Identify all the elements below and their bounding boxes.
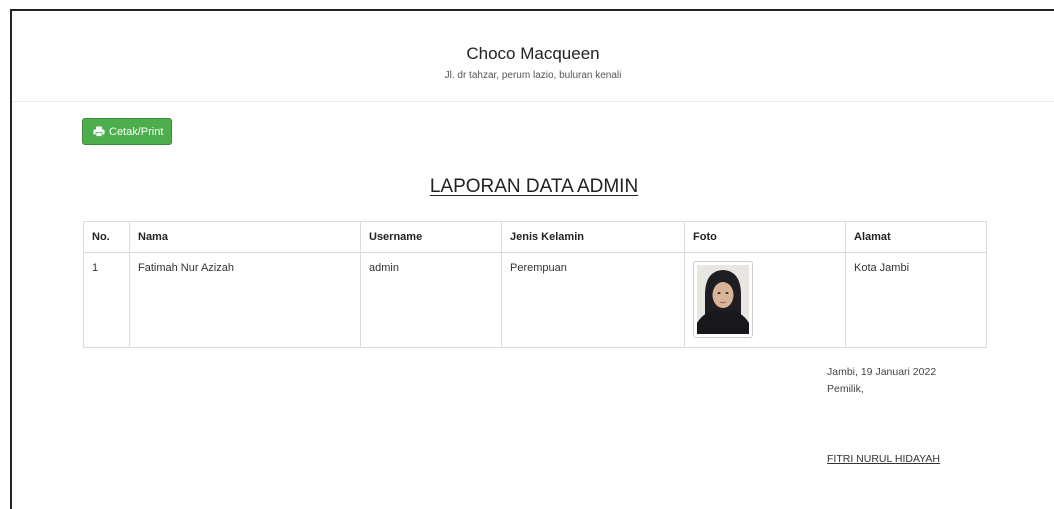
column-header-foto: Foto bbox=[684, 221, 846, 253]
table-row: 1 Fatimah Nur Azizah admin Perempuan Kot… bbox=[83, 252, 987, 348]
admin-table: No. Nama Username Jenis Kelamin Foto Ala… bbox=[83, 221, 987, 348]
column-header-no: No. bbox=[83, 221, 130, 253]
column-header-alamat: Alamat bbox=[845, 221, 987, 253]
cell-no: 1 bbox=[83, 252, 130, 348]
signature-role: Pemilik, bbox=[827, 383, 864, 395]
column-header-jenis-kelamin: Jenis Kelamin bbox=[501, 221, 685, 253]
column-header-nama: Nama bbox=[129, 221, 361, 253]
report-title: LAPORAN DATA ADMIN bbox=[429, 176, 639, 197]
cell-jenis-kelamin: Perempuan bbox=[501, 252, 685, 348]
print-icon bbox=[93, 126, 105, 137]
person-photo-icon bbox=[697, 265, 749, 334]
page-header: Choco Macqueen Jl. dr tahzar, perum lazi… bbox=[12, 11, 1054, 102]
cell-alamat: Kota Jambi bbox=[845, 252, 987, 348]
print-button-label: Cetak/Print bbox=[109, 125, 164, 138]
cell-nama: Fatimah Nur Azizah bbox=[129, 252, 361, 348]
table-header-row: No. Nama Username Jenis Kelamin Foto Ala… bbox=[83, 221, 987, 253]
cell-foto bbox=[684, 252, 846, 348]
column-header-username: Username bbox=[360, 221, 502, 253]
print-button[interactable]: Cetak/Print bbox=[82, 118, 172, 145]
signature-name: FITRI NURUL HIDAYAH bbox=[827, 453, 940, 465]
cell-username: admin bbox=[360, 252, 502, 348]
store-address: Jl. dr tahzar, perum lazio, buluran kena… bbox=[444, 70, 622, 81]
signature-date: Jambi, 19 Januari 2022 bbox=[827, 366, 937, 378]
admin-photo bbox=[693, 261, 753, 338]
store-name: Choco Macqueen bbox=[466, 44, 600, 63]
